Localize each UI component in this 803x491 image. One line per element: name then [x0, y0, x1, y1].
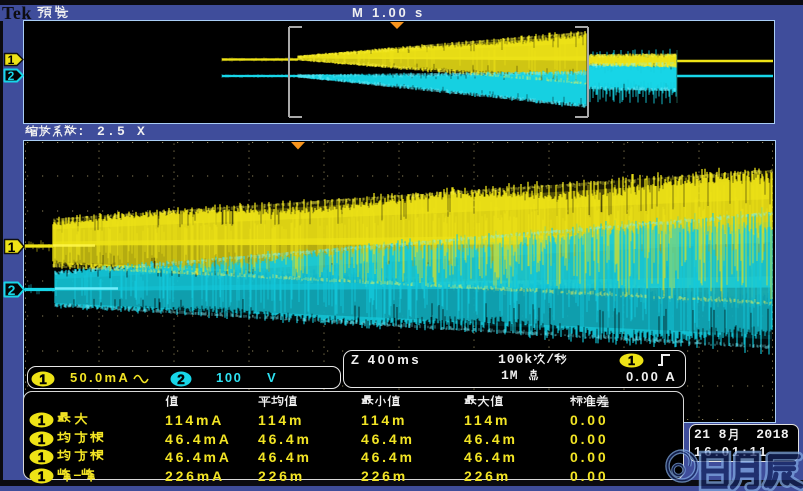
svg-text:1: 1 [38, 469, 46, 484]
svg-text:2: 2 [8, 69, 15, 83]
svg-text:1: 1 [38, 413, 46, 428]
svg-text:2: 2 [177, 372, 185, 387]
svg-text:1: 1 [8, 239, 16, 255]
svg-text:1: 1 [38, 450, 46, 465]
svg-text:1: 1 [38, 432, 46, 447]
svg-text:1: 1 [628, 354, 635, 368]
svg-text:1: 1 [39, 372, 47, 387]
svg-text:2: 2 [8, 282, 16, 298]
svg-text:1: 1 [8, 53, 15, 67]
